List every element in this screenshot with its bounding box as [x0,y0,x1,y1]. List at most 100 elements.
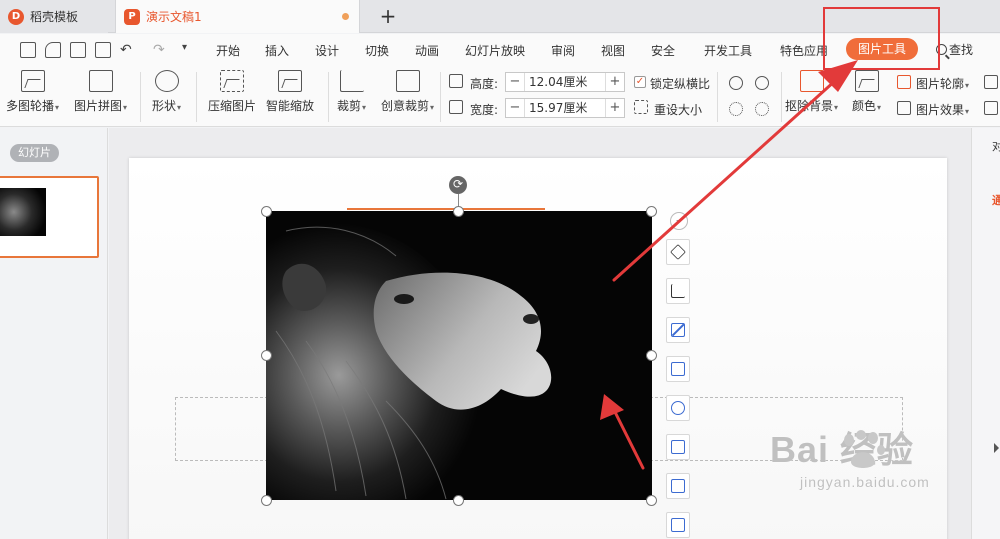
decrease-contrast-icon[interactable] [755,76,769,90]
decrease-brightness-icon[interactable] [755,102,769,116]
ribbon-divider [196,72,197,122]
ribbon-more-icon[interactable] [984,101,998,115]
compress-icon [220,70,244,92]
menu-insert[interactable]: 插入 [265,42,289,60]
menu-picture-tools[interactable]: 图片工具 [846,38,918,60]
menu-developer[interactable]: 开发工具 [704,42,752,60]
picture-puzzle-button[interactable]: 图片拼图▾ [74,70,127,114]
width-icon [449,100,463,114]
menu-animations[interactable]: 动画 [415,42,439,60]
menu-review[interactable]: 审阅 [551,42,575,60]
creative-crop-button[interactable]: 创意裁剪▾ [381,70,434,114]
float-crop-button[interactable] [666,278,690,304]
new-tab-button[interactable]: + [378,4,398,28]
increase-brightness-icon[interactable] [729,102,743,116]
remove-background-button[interactable]: 抠除背景▾ [785,70,838,114]
smart-scale-icon [278,70,302,92]
smart-scale-button[interactable]: 智能缩放 [266,70,314,114]
tab-presentation-label: 演示文稿1 [146,10,202,24]
ribbon-divider [440,72,441,122]
format-painter-icon[interactable] [45,42,61,58]
picture-more-icon [671,518,685,532]
multi-outline-button[interactable]: 多图轮播▾ [6,70,59,114]
split-icon [671,362,685,376]
menu-bar: ↶ ↷ ▾ 开始 插入 设计 切换 动画 幻灯片放映 审阅 视图 安全 开发工具… [0,34,1000,66]
float-replace-button[interactable] [666,473,690,499]
lock-ratio-label: 锁定纵横比 [650,77,711,91]
width-field[interactable]: − 15.97厘米 + [505,98,625,118]
tab-presentation-1[interactable]: P 演示文稿1 [115,0,360,33]
remove-background-label: 抠除背景 [785,99,834,113]
picture-outline-button[interactable]: 图片轮廓▾ [916,75,969,92]
multi-image-icon [20,70,45,92]
reset-size-label[interactable]: 重设大小 [654,101,702,118]
menu-home[interactable]: 开始 [216,42,240,60]
height-label: 高度: [470,77,499,91]
resize-handle-bottom-left[interactable] [261,495,272,506]
resize-handle-top-left[interactable] [261,206,272,217]
compress-picture-button[interactable]: 压缩图片 [208,70,256,114]
rotate-handle-icon[interactable]: ⟳ [449,176,467,194]
ribbon-divider [781,72,782,122]
picture-effects-label: 图片效果 [916,103,965,117]
shape-button[interactable]: 形状▾ [152,70,181,114]
resize-handle-right[interactable] [646,350,657,361]
height-field[interactable]: − 12.04厘米 + [505,72,625,92]
picture-effects-button[interactable]: 图片效果▾ [916,101,969,118]
replace-picture-icon [671,479,685,493]
slides-tab[interactable]: 幻灯片 [10,144,59,162]
undo-icon[interactable]: ↶ [120,42,132,58]
print-icon[interactable] [70,42,86,58]
height-icon [449,74,463,88]
ribbon-divider [328,72,329,122]
float-frame-button[interactable] [666,434,690,460]
dropdown-caret-icon: ▾ [55,103,60,112]
redo-icon[interactable]: ↷ [153,42,165,58]
menu-special-apps[interactable]: 特色应用 [780,42,828,60]
color-label: 颜色 [852,99,877,113]
float-more-button[interactable] [666,512,690,538]
resize-handle-bottom[interactable] [453,495,464,506]
resize-handle-top[interactable] [453,206,464,217]
crop-button[interactable]: 裁剪▾ [337,70,366,114]
save-icon[interactable] [20,42,36,58]
color-button[interactable]: 颜色▾ [852,70,881,114]
lock-ratio-checkbox[interactable]: ✓ [634,76,646,88]
slide-thumbnail[interactable] [0,176,99,258]
puzzle-grid-icon [88,70,113,92]
title-placeholder-underline [347,208,545,210]
watermark-url: jingyan.baidu.com [800,474,930,490]
tab-docer-templates[interactable]: D 稻壳模板 [0,0,108,33]
resize-handle-bottom-right[interactable] [646,495,657,506]
dropdown-caret-icon: ▾ [965,81,970,90]
ribbon-more-icon[interactable] [984,75,998,89]
print-preview-icon[interactable] [95,42,111,58]
resize-handle-top-right[interactable] [646,206,657,217]
height-increment-button[interactable]: + [606,73,624,91]
float-scale-button[interactable] [666,317,690,343]
width-value[interactable]: 15.97厘米 [524,99,606,117]
expand-pane-arrow-icon[interactable] [994,443,999,453]
menu-view[interactable]: 视图 [601,42,625,60]
task-pane: 对 通 [971,128,1000,539]
height-value[interactable]: 12.04厘米 [524,73,606,91]
customize-quick-access-icon[interactable]: ▾ [182,42,187,53]
find-button[interactable]: 查找 [936,41,973,58]
menu-slideshow[interactable]: 幻灯片放映 [465,42,525,60]
height-decrement-button[interactable]: − [506,73,524,91]
width-increment-button[interactable]: + [606,99,624,117]
float-layers-button[interactable] [666,239,690,265]
collapse-float-toolbar-button[interactable]: – [670,212,688,230]
float-zoom-button[interactable] [666,395,690,421]
width-label: 宽度: [470,103,499,117]
menu-transitions[interactable]: 切换 [365,42,389,60]
resize-handle-left[interactable] [261,350,272,361]
width-decrement-button[interactable]: − [506,99,524,117]
increase-contrast-icon[interactable] [729,76,743,90]
title-tab-bar: D 稻壳模板 P 演示文稿1 + [0,0,1000,33]
float-split-button[interactable] [666,356,690,382]
menu-security[interactable]: 安全 [651,42,675,60]
task-pane-tab-char[interactable]: 通 [992,192,1000,208]
menu-design[interactable]: 设计 [315,42,339,60]
selected-lion-picture[interactable] [266,211,652,500]
